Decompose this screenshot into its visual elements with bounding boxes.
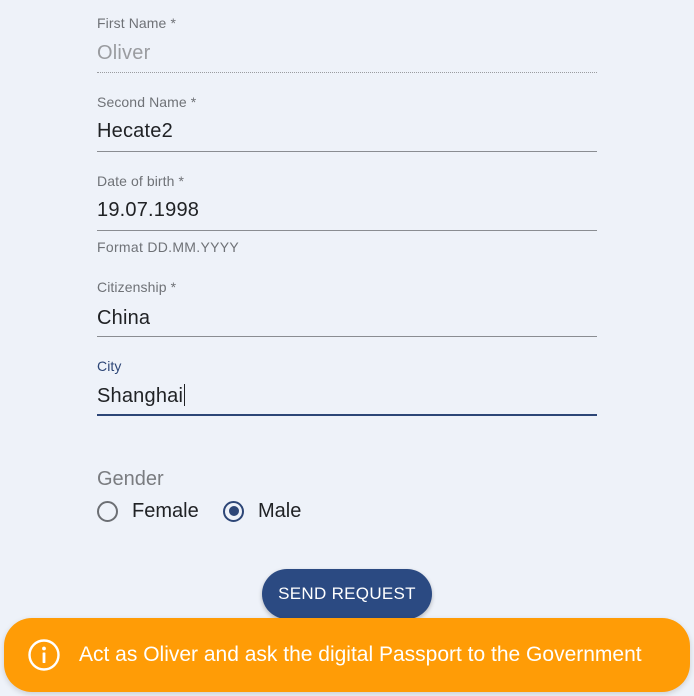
city-input: Shanghai bbox=[97, 384, 186, 408]
gender-option-male[interactable]: Male bbox=[223, 497, 301, 525]
citizenship-input: China bbox=[97, 307, 151, 329]
second-name-input: Hecate2 bbox=[97, 120, 173, 142]
send-request-button[interactable]: SEND REQUEST bbox=[262, 569, 432, 619]
second-name-label: Second Name * bbox=[97, 94, 197, 110]
male-radio-label[interactable]: Male bbox=[258, 500, 301, 523]
first-name-field[interactable]: First Name * Oliver bbox=[97, 0, 597, 80]
male-radio-button[interactable] bbox=[223, 500, 244, 522]
female-radio-button[interactable] bbox=[97, 500, 118, 522]
banner-text: Act as Oliver and ask the digital Passpo… bbox=[79, 643, 642, 666]
second-name-field[interactable]: Second Name * Hecate2 bbox=[97, 90, 597, 155]
date-of-birth-field[interactable]: Date of birth * 19.07.1998 Format DD.MM.… bbox=[97, 169, 597, 264]
date-of-birth-input: 19.07.1998 bbox=[97, 199, 200, 221]
task-instruction-banner: Act as Oliver and ask the digital Passpo… bbox=[4, 618, 690, 692]
date-of-birth-label: Date of birth * bbox=[97, 173, 185, 189]
gender-radio-group: Female Male bbox=[97, 497, 497, 525]
female-radio-label[interactable]: Female bbox=[132, 500, 199, 523]
info-icon bbox=[28, 639, 60, 671]
city-label: City bbox=[97, 358, 122, 374]
city-field[interactable]: City Shanghai bbox=[97, 354, 597, 419]
first-name-underline bbox=[97, 72, 597, 73]
gender-option-female[interactable]: Female bbox=[97, 497, 199, 525]
second-name-underline bbox=[97, 151, 597, 152]
radio-selected-dot bbox=[228, 506, 239, 516]
city-input-text: Shanghai bbox=[97, 385, 184, 407]
citizenship-field[interactable]: Citizenship * China bbox=[97, 275, 597, 340]
gender-label: Gender bbox=[97, 468, 164, 490]
date-format-hint: Format DD.MM.YYYY bbox=[97, 239, 240, 255]
citizenship-label: Citizenship * bbox=[97, 279, 177, 295]
citizenship-underline bbox=[97, 336, 597, 337]
text-cursor bbox=[184, 384, 186, 406]
first-name-value: Oliver bbox=[97, 42, 151, 64]
first-name-label: First Name * bbox=[97, 15, 176, 31]
city-underline bbox=[97, 414, 597, 416]
date-of-birth-underline bbox=[97, 230, 597, 231]
